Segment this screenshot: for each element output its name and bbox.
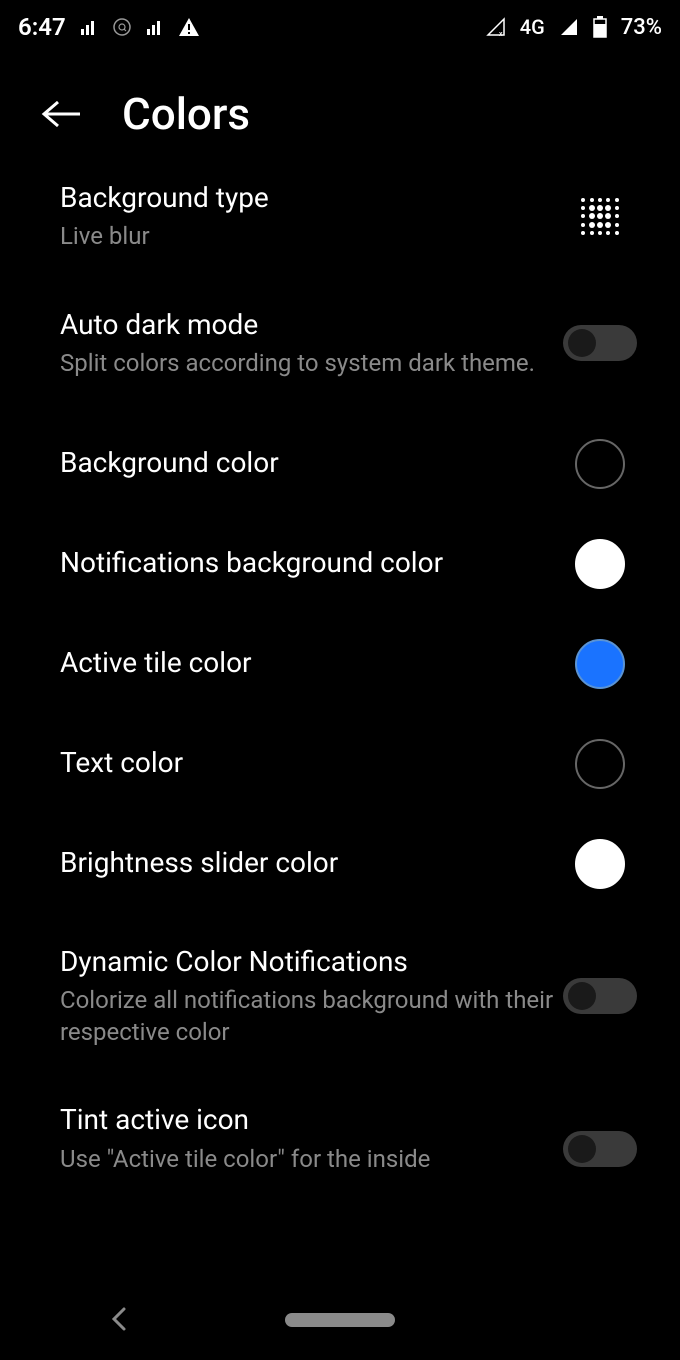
setting-subtitle: Colorize all notifications background wi…: [60, 984, 560, 1049]
swatch-brightness-color[interactable]: [575, 839, 625, 889]
signal-full-icon: [559, 17, 579, 37]
setting-dynamic-color[interactable]: Dynamic Color Notifications Colorize all…: [0, 914, 680, 1079]
swatch-notif-bg-color[interactable]: [575, 539, 625, 589]
setting-auto-dark-mode[interactable]: Auto dark mode Split colors according to…: [0, 273, 680, 414]
no-data-icon: x: [486, 17, 506, 37]
swatch-text-color[interactable]: [575, 739, 625, 789]
nav-bar: [0, 1280, 680, 1360]
blur-pattern-icon: [560, 196, 640, 236]
nav-home-pill[interactable]: [285, 1313, 395, 1327]
search-outline-icon: [112, 17, 132, 37]
page-title: Colors: [122, 88, 250, 140]
header: Colors: [0, 48, 680, 170]
settings-list: Background type Live blur Auto dark mode…: [0, 170, 680, 1179]
swatch-active-tile-color[interactable]: [575, 639, 625, 689]
toggle-auto-dark[interactable]: [563, 325, 637, 361]
setting-title: Background color: [60, 445, 560, 481]
battery-icon: [593, 16, 607, 38]
setting-subtitle: Split colors according to system dark th…: [60, 347, 560, 379]
signal-icon-2: [146, 18, 164, 36]
setting-title: Auto dark mode: [60, 307, 560, 343]
status-time: 6:47: [18, 13, 66, 41]
toggle-dynamic-color[interactable]: [563, 978, 637, 1014]
warning-icon: [178, 17, 200, 37]
nav-back-icon[interactable]: [110, 1306, 128, 1332]
setting-background-type[interactable]: Background type Live blur: [0, 170, 680, 273]
setting-tint-active-icon[interactable]: Tint active icon Use "Active tile color"…: [0, 1079, 680, 1179]
setting-text-color[interactable]: Text color: [0, 714, 680, 814]
setting-title: Brightness slider color: [60, 845, 560, 881]
setting-background-color[interactable]: Background color: [0, 414, 680, 514]
setting-title: Active tile color: [60, 645, 560, 681]
setting-title: Text color: [60, 745, 560, 781]
setting-title: Dynamic Color Notifications: [60, 944, 560, 980]
setting-active-tile-color[interactable]: Active tile color: [0, 614, 680, 714]
signal-icon: [80, 18, 98, 36]
setting-title: Background type: [60, 180, 560, 216]
setting-notif-bg-color[interactable]: Notifications background color: [0, 514, 680, 614]
toggle-tint-active[interactable]: [563, 1131, 637, 1167]
setting-brightness-color[interactable]: Brightness slider color: [0, 814, 680, 914]
network-type: 4G: [520, 15, 545, 39]
setting-title: Notifications background color: [60, 545, 560, 581]
status-left: 6:47: [18, 13, 200, 41]
battery-percent: 73%: [621, 15, 662, 40]
status-bar: 6:47 x 4G 73%: [0, 0, 680, 48]
svg-text:x: x: [499, 30, 503, 37]
status-right: x 4G 73%: [486, 15, 662, 40]
setting-subtitle: Live blur: [60, 220, 560, 252]
setting-subtitle: Use "Active tile color" for the inside: [60, 1143, 560, 1175]
setting-title: Tint active icon: [60, 1102, 560, 1138]
swatch-background-color[interactable]: [575, 439, 625, 489]
back-icon[interactable]: [40, 98, 82, 130]
